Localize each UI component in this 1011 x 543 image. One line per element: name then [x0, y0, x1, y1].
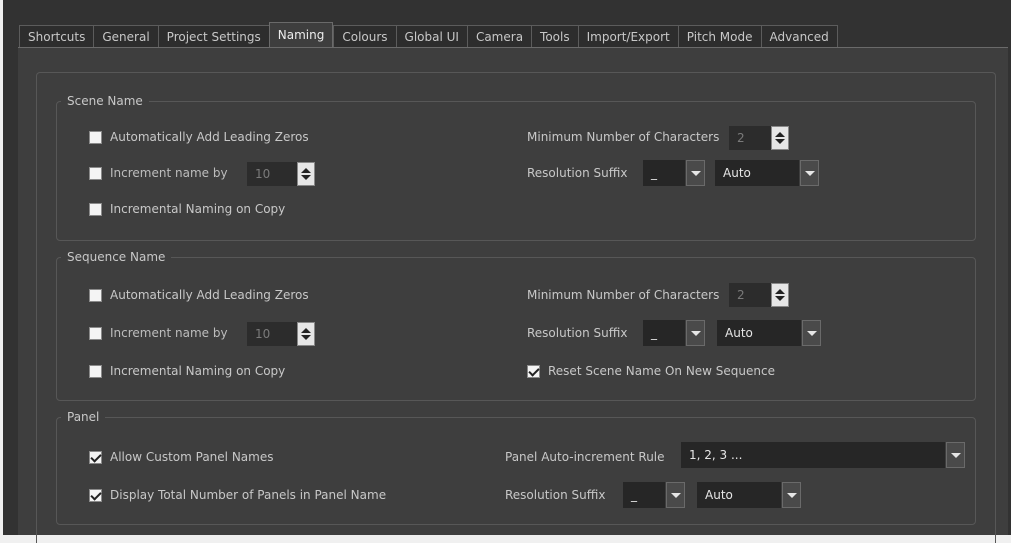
sequence-separator-dropdown[interactable]: _ [643, 320, 705, 346]
checkbox-label: Increment name by [110, 166, 228, 180]
spinbox-arrows[interactable] [297, 162, 315, 186]
scene-res-mode-dropdown[interactable]: Auto [715, 160, 819, 186]
sequence-increment-spinbox[interactable]: 10 [247, 322, 315, 346]
arrow-down-icon[interactable] [301, 175, 311, 180]
sequence-min-chars-label: Minimum Number of Characters [527, 288, 720, 302]
checkbox-label: Increment name by [110, 326, 228, 340]
checkbox-label: Allow Custom Panel Names [110, 450, 274, 464]
dropdown-value: _ [643, 320, 685, 346]
checkbox-box[interactable] [527, 364, 540, 378]
spinbox-arrows[interactable] [297, 322, 315, 346]
naming-container: Scene Name Automatically Add Leading Zer… [36, 72, 996, 543]
chevron-down-icon[interactable] [946, 442, 965, 468]
arrow-down-icon[interactable] [775, 139, 785, 144]
spinbox-value[interactable]: 2 [729, 126, 771, 150]
scene-separator-dropdown[interactable]: _ [643, 160, 705, 186]
checkbox-box[interactable] [89, 130, 102, 144]
scene-name-group: Scene Name Automatically Add Leading Zer… [56, 93, 976, 241]
tab-camera[interactable]: Camera [466, 25, 532, 48]
scene-increment-spinbox[interactable]: 10 [247, 162, 315, 186]
sequence-naming-on-copy-checkbox[interactable]: Incremental Naming on Copy [89, 364, 285, 378]
checkbox-box[interactable] [89, 166, 102, 180]
naming-tab-content: Scene Name Automatically Add Leading Zer… [18, 47, 1008, 543]
panel-group: Panel Allow Custom Panel Names Display T… [56, 409, 976, 525]
checkbox-box[interactable] [89, 326, 102, 340]
chevron-down-icon[interactable] [782, 482, 801, 508]
scene-res-suffix-label: Resolution Suffix [527, 166, 628, 180]
scene-naming-on-copy-checkbox[interactable]: Incremental Naming on Copy [89, 202, 285, 216]
spinbox-value[interactable]: 10 [247, 322, 297, 346]
tab-import-export[interactable]: Import/Export [577, 25, 678, 48]
panel-auto-increment-dropdown[interactable]: 1, 2, 3 ... [681, 442, 965, 468]
tab-advanced[interactable]: Advanced [760, 25, 838, 48]
checkbox-label: Automatically Add Leading Zeros [110, 130, 309, 144]
sequence-name-title: Sequence Name [61, 249, 172, 265]
chevron-down-icon[interactable] [800, 160, 819, 186]
dropdown-value: Auto [715, 160, 799, 186]
checkbox-label: Display Total Number of Panels in Panel … [110, 488, 387, 502]
arrow-up-icon[interactable] [301, 168, 311, 173]
sequence-leading-zeros-checkbox[interactable]: Automatically Add Leading Zeros [89, 288, 309, 302]
checkbox-box[interactable] [89, 202, 102, 216]
tab-global-ui[interactable]: Global UI [395, 25, 467, 48]
checkbox-box[interactable] [89, 450, 102, 464]
scene-increment-checkbox[interactable]: Increment name by [89, 166, 228, 180]
scene-leading-zeros-checkbox[interactable]: Automatically Add Leading Zeros [89, 130, 309, 144]
tab-shortcuts[interactable]: Shortcuts [19, 25, 94, 48]
tab-general[interactable]: General [93, 25, 158, 48]
checkbox-box[interactable] [89, 488, 102, 502]
allow-custom-panel-names-checkbox[interactable]: Allow Custom Panel Names [89, 450, 273, 464]
chevron-down-icon[interactable] [666, 482, 685, 508]
sequence-reset-scene-checkbox[interactable]: Reset Scene Name On New Sequence [527, 364, 775, 378]
display-total-panels-checkbox[interactable]: Display Total Number of Panels in Panel … [89, 488, 386, 502]
checkbox-label: Incremental Naming on Copy [110, 364, 286, 378]
tab-tools[interactable]: Tools [531, 25, 578, 48]
panel-res-mode-dropdown[interactable]: Auto [697, 482, 801, 508]
panel-auto-increment-label: Panel Auto-increment Rule [505, 450, 665, 464]
scene-min-chars-spinbox[interactable]: 2 [729, 126, 789, 150]
sequence-min-chars-spinbox[interactable]: 2 [729, 283, 789, 307]
dropdown-value: 1, 2, 3 ... [681, 442, 945, 468]
sequence-res-suffix-label: Resolution Suffix [527, 326, 628, 340]
dropdown-value: _ [623, 482, 665, 508]
panel-res-suffix-label: Resolution Suffix [505, 488, 606, 502]
chevron-down-icon[interactable] [686, 320, 705, 346]
chevron-down-icon[interactable] [686, 160, 705, 186]
checkbox-box[interactable] [89, 288, 102, 302]
arrow-up-icon[interactable] [775, 289, 785, 294]
tab-colours[interactable]: Colours [333, 25, 396, 48]
arrow-down-icon[interactable] [775, 296, 785, 301]
spinbox-arrows[interactable] [771, 126, 789, 150]
dropdown-value: Auto [717, 320, 801, 346]
checkbox-label: Incremental Naming on Copy [110, 202, 286, 216]
chevron-down-icon[interactable] [802, 320, 821, 346]
checkbox-box[interactable] [89, 364, 102, 378]
arrow-up-icon[interactable] [301, 328, 311, 333]
arrow-down-icon[interactable] [301, 335, 311, 340]
scene-name-title: Scene Name [61, 93, 149, 109]
tab-project-settings[interactable]: Project Settings [157, 25, 269, 48]
spinbox-value[interactable]: 10 [247, 162, 297, 186]
spinbox-arrows[interactable] [771, 283, 789, 307]
tab-pitch-mode[interactable]: Pitch Mode [677, 25, 761, 48]
panel-title: Panel [61, 409, 106, 425]
arrow-up-icon[interactable] [775, 132, 785, 137]
dropdown-value: Auto [697, 482, 781, 508]
spinbox-value[interactable]: 2 [729, 283, 771, 307]
dropdown-value: _ [643, 160, 685, 186]
tab-naming[interactable]: Naming [268, 22, 334, 49]
preferences-window: Shortcuts General Project Settings Namin… [3, 0, 1011, 543]
sequence-res-mode-dropdown[interactable]: Auto [717, 320, 821, 346]
panel-separator-dropdown[interactable]: _ [623, 482, 685, 508]
sequence-name-group: Sequence Name Automatically Add Leading … [56, 249, 976, 401]
checkbox-label: Reset Scene Name On New Sequence [548, 364, 775, 378]
checkbox-label: Automatically Add Leading Zeros [110, 288, 309, 302]
sequence-increment-checkbox[interactable]: Increment name by [89, 326, 228, 340]
scene-min-chars-label: Minimum Number of Characters [527, 130, 720, 144]
tab-bar: Shortcuts General Project Settings Namin… [19, 22, 838, 49]
